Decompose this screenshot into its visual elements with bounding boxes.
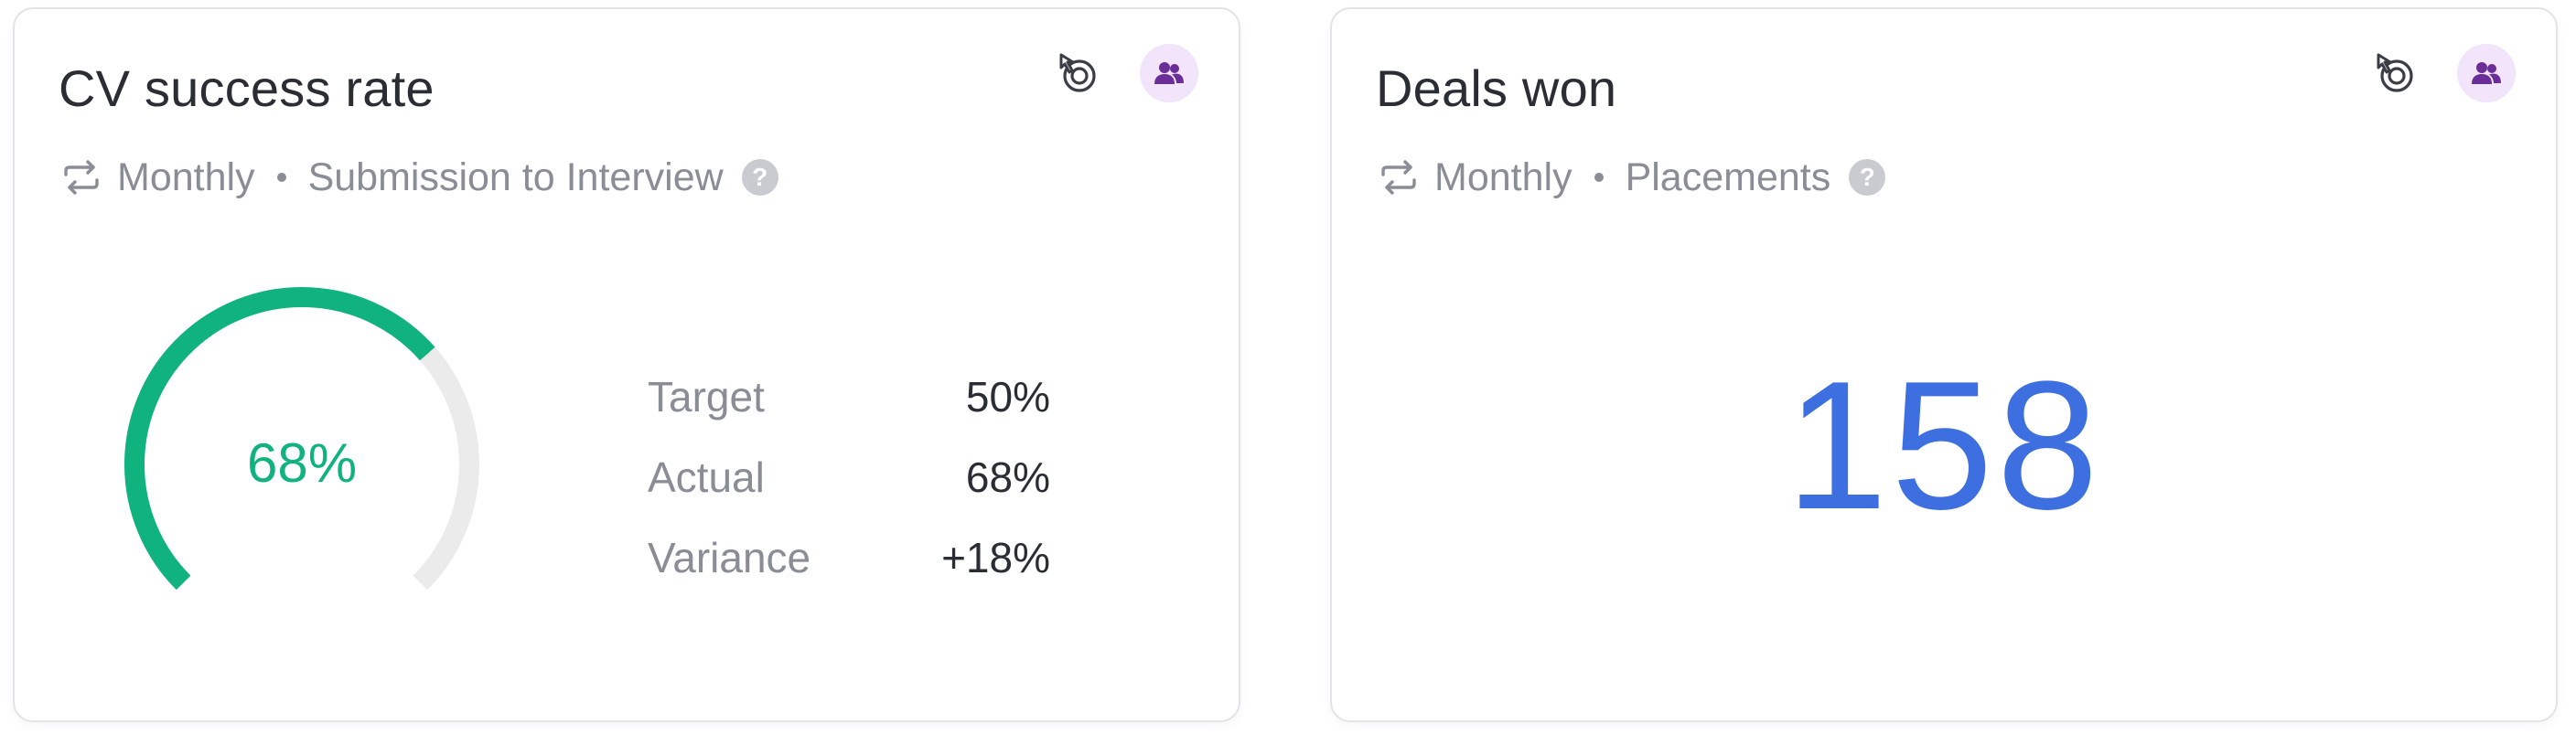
card-meta: Monthly Submission to Interview ? <box>59 150 778 205</box>
users-icon <box>2472 62 2501 84</box>
team-avatar[interactable] <box>1140 44 1198 102</box>
team-avatar[interactable] <box>2457 44 2516 102</box>
target-icon[interactable] <box>2369 48 2420 99</box>
stat-value: 68% <box>965 453 1050 501</box>
gauge-value: 68% <box>246 432 358 494</box>
stage-label: Submission to Interview <box>307 155 724 199</box>
stat-value: +18% <box>941 534 1050 581</box>
deals-won-card: Deals won Monthly Placements ? 158 <box>1330 7 2558 722</box>
help-icon[interactable]: ? <box>741 159 778 196</box>
card-meta: Monthly Placements ? <box>1376 150 1886 205</box>
gauge-chart <box>123 286 479 591</box>
stat-label: Target <box>648 373 765 421</box>
separator-dot <box>1594 173 1604 182</box>
period-label: Monthly <box>117 155 255 199</box>
period-label: Monthly <box>1434 155 1572 199</box>
repeat-icon <box>1381 160 1416 195</box>
separator-dot <box>276 173 286 182</box>
help-icon[interactable]: ? <box>1849 159 1886 196</box>
stat-row-actual: Actual 68% <box>648 437 1050 517</box>
stat-value: 50% <box>965 373 1050 421</box>
stat-label: Actual <box>648 453 765 501</box>
deals-won-value: 158 <box>1786 344 2102 548</box>
card-tools <box>1052 44 1198 102</box>
target-icon[interactable] <box>1052 48 1103 99</box>
card-tools <box>2369 44 2516 102</box>
stats-table: Target 50% Actual 68% Variance +18% <box>648 357 1050 598</box>
stage-label: Placements <box>1625 155 1831 199</box>
card-title: Deals won <box>1376 59 1617 117</box>
cv-success-rate-card: CV success rate Monthly Submission to In… <box>13 7 1240 722</box>
repeat-icon <box>64 160 99 195</box>
card-title: CV success rate <box>59 59 435 117</box>
users-icon <box>1154 62 1184 84</box>
stat-label: Variance <box>648 534 811 581</box>
stat-row-target: Target 50% <box>648 357 1050 437</box>
stat-row-variance: Variance +18% <box>648 517 1050 598</box>
